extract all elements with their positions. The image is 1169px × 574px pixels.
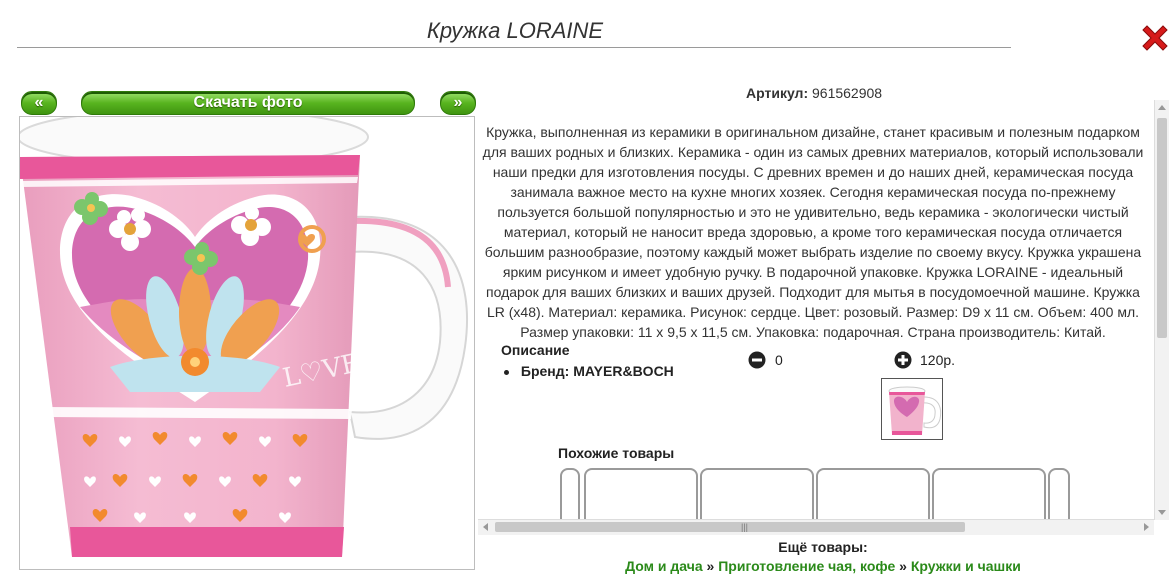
grip-icon: ||| [741, 522, 749, 532]
photo-thumbnail[interactable] [881, 378, 943, 440]
price-value: 120р. [920, 352, 956, 368]
breadcrumb: Дом и дача » Приготовление чая, кофе » К… [478, 558, 1168, 574]
minus-count: 0 [775, 352, 783, 368]
product-description: Кружка, выполненная из керамики в оригин… [482, 124, 1144, 340]
more-products-title: Ещё товары: [778, 539, 868, 555]
breadcrumb-separator: » [899, 558, 907, 574]
close-icon[interactable] [1139, 22, 1169, 54]
prev-photo-button[interactable]: « [21, 91, 57, 115]
brand-item: Бренд: MAYER&BOCH [504, 363, 674, 379]
next-photo-button[interactable]: » [440, 91, 476, 115]
scroll-left-arrow-icon[interactable] [483, 523, 488, 531]
scroll-right-arrow-icon[interactable] [1144, 523, 1149, 531]
article-label: Артикул: [746, 85, 809, 101]
plus-circle-icon[interactable] [894, 351, 912, 369]
product-photo: L♡VE [19, 116, 475, 570]
breadcrumb-link-mugs[interactable]: Кружки и чашки [911, 558, 1021, 574]
scroll-up-arrow-icon[interactable] [1158, 105, 1166, 110]
download-photo-button[interactable]: Скачать фото [81, 91, 415, 115]
brand-value: MAYER&BOCH [573, 363, 674, 379]
breadcrumb-link-home[interactable]: Дом и дача [625, 558, 703, 574]
breadcrumb-separator: » [706, 558, 715, 574]
similar-products-title: Похожие товары [558, 445, 675, 461]
page-title: Кружка LORAINE [426, 18, 604, 43]
scroll-down-arrow-icon[interactable] [1158, 510, 1166, 515]
breadcrumb-link-tea[interactable]: Приготовление чая, кофе [718, 558, 895, 574]
article-line: Артикул: 961562908 [746, 85, 882, 101]
description-heading: Описание [501, 342, 570, 358]
scroll-thumb[interactable] [1157, 118, 1167, 338]
horizontal-scrollbar[interactable]: ||| [478, 519, 1154, 535]
product-details-panel[interactable]: Артикул: 961562908 Кружка, выполненная и… [478, 78, 1154, 533]
vertical-scrollbar[interactable] [1154, 100, 1169, 520]
article-value: 961562908 [812, 85, 883, 101]
mug-image: L♡VE [20, 117, 469, 557]
bullet [504, 369, 509, 375]
scroll-thumb-horizontal[interactable]: ||| [495, 522, 965, 532]
title-divider [17, 47, 1011, 48]
brand-label: Бренд: [520, 363, 570, 379]
minus-circle-icon[interactable] [748, 351, 766, 369]
